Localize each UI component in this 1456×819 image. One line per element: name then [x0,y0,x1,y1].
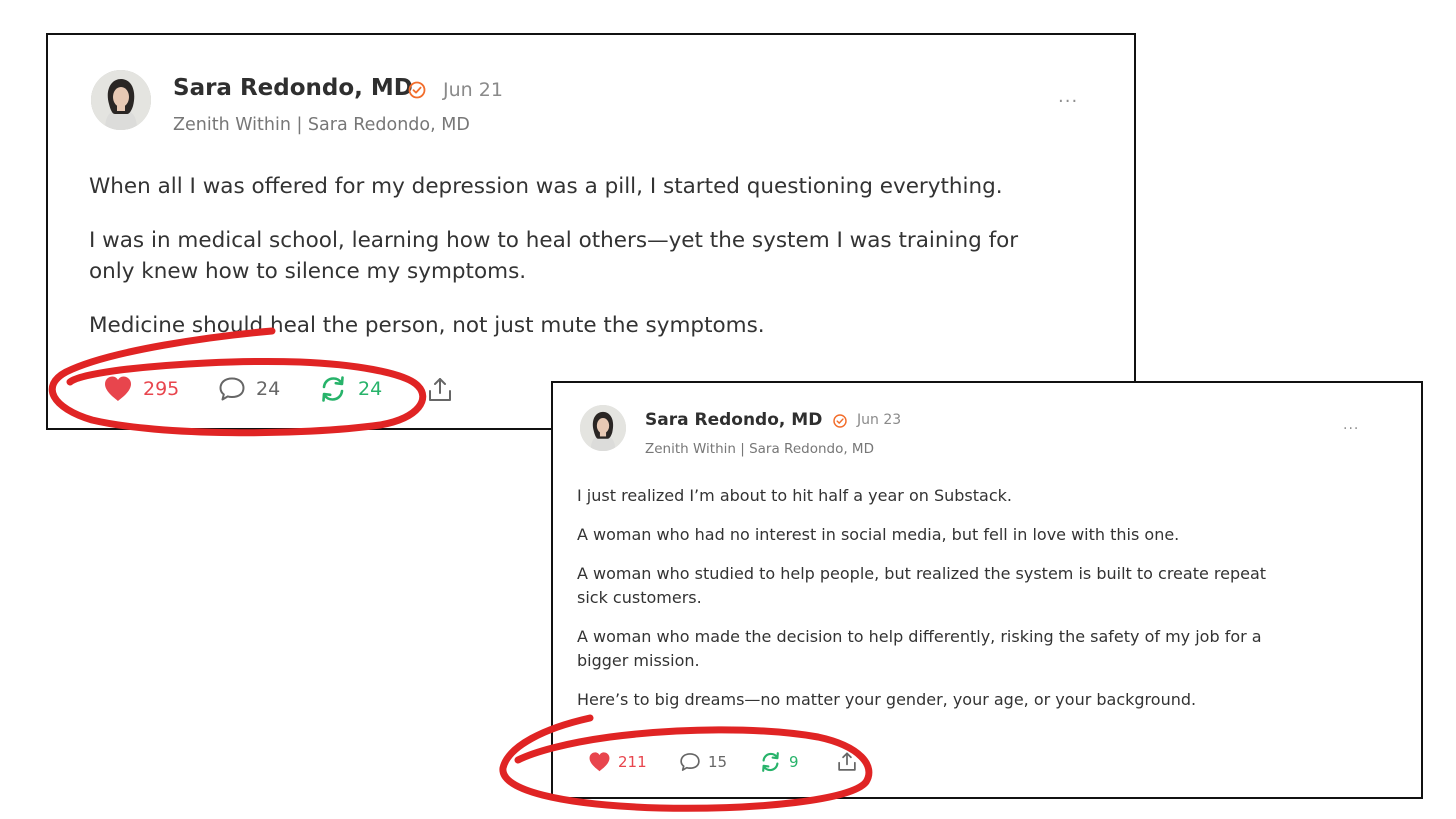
author-name[interactable]: Sara Redondo, MD [173,75,413,101]
note-paragraph: I just realized I’m about to hit half a … [577,486,1012,505]
comment-icon [679,752,701,772]
restack-icon [318,375,348,403]
comment-button[interactable]: 24 [218,376,280,402]
note-paragraph: bigger mission. [577,651,700,670]
post-date[interactable]: Jun 21 [443,79,503,101]
restack-count: 9 [789,753,799,771]
post-date[interactable]: Jun 23 [857,412,901,428]
share-button[interactable] [836,751,858,773]
note-paragraph: A woman who studied to help people, but … [577,564,1267,583]
like-button[interactable]: 295 [103,375,179,403]
verified-badge-icon [407,80,427,104]
note-paragraph: sick customers. [577,588,702,607]
verified-badge-icon [832,413,848,433]
publication-name[interactable]: Zenith Within | Sara Redondo, MD [645,441,874,457]
note-paragraph: A woman who had no interest in social me… [577,525,1180,544]
publication-name[interactable]: Zenith Within | Sara Redondo, MD [173,115,470,135]
restack-button[interactable]: 9 [759,751,799,773]
like-count: 295 [143,378,180,400]
share-icon [836,751,858,773]
note-paragraph: only knew how to silence my symptoms. [89,259,527,284]
note-paragraph: Medicine should heal the person, not jus… [89,313,765,338]
note-paragraph: A woman who made the decision to help di… [577,627,1262,646]
comment-icon [218,376,246,402]
share-button[interactable] [426,376,454,404]
author-avatar[interactable] [580,405,626,451]
more-options-icon[interactable]: ··· [1058,91,1078,112]
restack-button[interactable]: 24 [318,375,382,403]
more-options-icon[interactable]: ··· [1343,421,1359,437]
author-avatar[interactable] [91,70,151,130]
note-paragraph: Here’s to big dreams—no matter your gend… [577,690,1197,709]
restack-icon [759,751,782,773]
heart-icon [588,751,611,773]
note-paragraph: I was in medical school, learning how to… [89,228,1019,253]
share-icon [426,376,454,404]
note-card-jun-21: Sara Redondo, MD Jun 21 Zenith Within | … [46,33,1136,430]
comment-count: 24 [256,378,281,400]
note-paragraph: When all I was offered for my depression… [89,174,1003,199]
comment-button[interactable]: 15 [679,752,727,772]
comment-count: 15 [708,753,728,771]
like-button[interactable]: 211 [588,751,647,773]
heart-icon [103,375,133,403]
like-count: 211 [618,753,647,771]
restack-count: 24 [358,378,383,400]
note-card-jun-23: Sara Redondo, MD Jun 23 Zenith Within | … [551,381,1423,799]
author-name[interactable]: Sara Redondo, MD [645,410,822,430]
